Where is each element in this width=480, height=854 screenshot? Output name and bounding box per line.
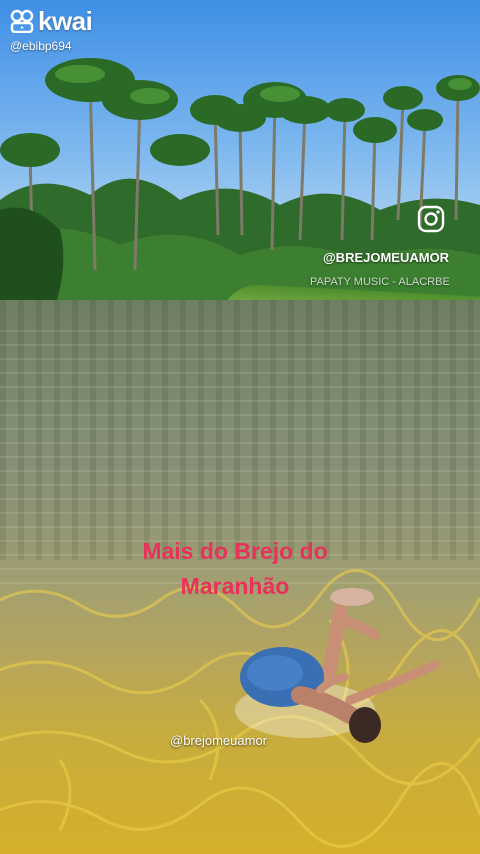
caption-line-2: Maranhão <box>180 573 290 599</box>
video-frame[interactable]: kwai @ebibp694 @BREJOMEUAMOR PAPATY MUSI… <box>0 0 480 854</box>
user-handle[interactable]: @ebibp694 <box>10 39 72 53</box>
kwai-logo-icon <box>10 9 34 33</box>
diving-person <box>235 588 440 743</box>
kwai-logo: kwai <box>10 6 93 36</box>
video-caption: Mais do Brejo do Maranhão <box>0 534 470 604</box>
kwai-brand-text: kwai <box>38 6 93 36</box>
instagram-icon <box>417 205 445 233</box>
watermark-handle: @BREJOMEUAMOR <box>323 250 450 265</box>
bottom-handle: @brejomeuamor <box>170 733 268 748</box>
caption-line-1: Mais do Brejo do <box>142 538 328 564</box>
music-credit: PAPATY MUSIC - ALACRBE <box>310 276 450 288</box>
